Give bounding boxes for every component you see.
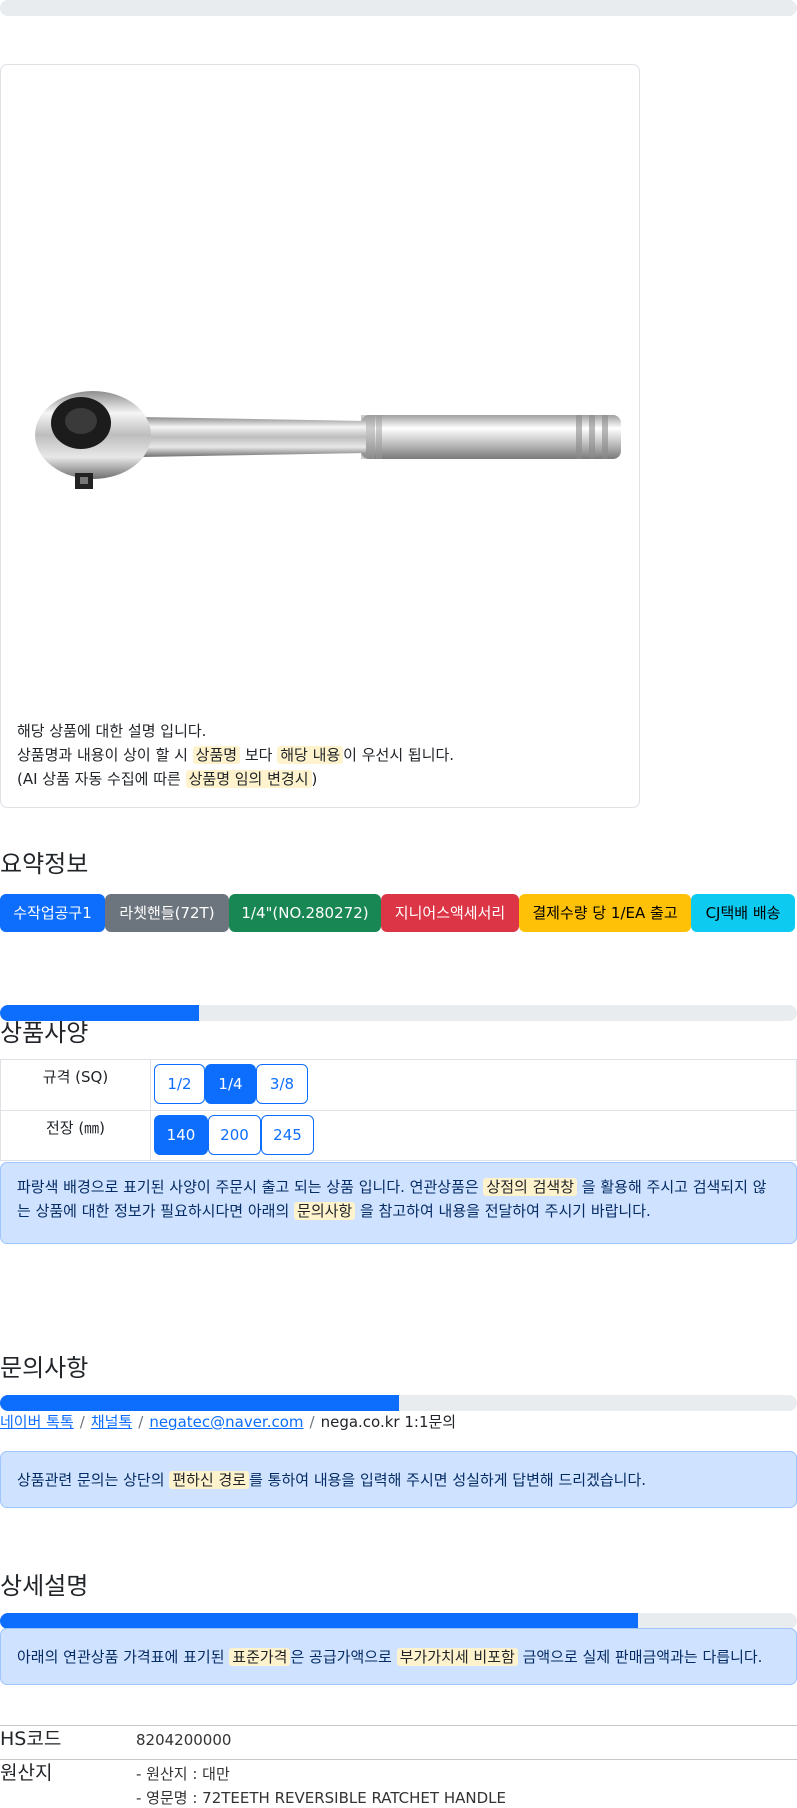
text-segment: 파랑색 배경으로 표기된 사양이 주문시 출고 되는 상품 입니다. 연관상품은 <box>17 1178 484 1196</box>
info-value-hs-code: 8204200000 <box>136 1731 232 1749</box>
inquiry-notice: 상품관련 문의는 상단의 편하신 경로 를 통하여 내용을 입력해 주시면 성실하… <box>0 1451 797 1508</box>
text-segment: 금액으로 실제 판매금액과는 다릅니다. <box>517 1648 763 1666</box>
link-channel-talk[interactable]: 채널톡 <box>91 1413 132 1431</box>
highlight-inquiry: 문의사항 <box>294 1202 356 1220</box>
separator: / <box>309 1413 315 1431</box>
info-key-hs-code: HS코드 <box>0 1728 62 1750</box>
spec-row-length: 전장 (㎜) 140 200 245 <box>0 1110 797 1161</box>
spec-progress-bar <box>0 1005 797 1021</box>
spec-notice: 파랑색 배경으로 표기된 사양이 주문시 출고 되는 상품 입니다. 연관상품은… <box>0 1162 797 1244</box>
origin-country: - 원산지 : 대만 <box>136 1765 230 1783</box>
info-key-origin: 원산지 <box>0 1762 53 1784</box>
option-length-140[interactable]: 140 <box>154 1115 208 1155</box>
text-segment: 이 우선시 됩니다. <box>343 746 455 764</box>
highlight-store-search: 상점의 검색창 <box>483 1178 578 1196</box>
top-progress-bar <box>0 0 797 16</box>
detail-notice: 아래의 연관상품 가격표에 표기된 표준가격 은 공급가액으로 부가가치세 비포함… <box>0 1628 797 1685</box>
text-segment: 를 통하여 내용을 입력해 주시면 성실하게 답변해 드리겠습니다. <box>249 1471 647 1489</box>
inquiry-progress-fill <box>0 1395 399 1411</box>
summary-badges: 수작업공구1 라쳇핸들(72T) 1/4"(NO.280272) 지니어스액세서… <box>0 894 797 932</box>
option-size-3-8[interactable]: 3/8 <box>256 1064 308 1104</box>
site-inquiry-text: nega.co.kr 1:1문의 <box>320 1413 457 1431</box>
option-length-245[interactable]: 245 <box>261 1115 314 1155</box>
detail-progress-bar <box>0 1613 797 1629</box>
product-image <box>35 391 621 489</box>
spec-row-size: 규격 (SQ) 1/2 1/4 3/8 <box>0 1059 797 1110</box>
highlight-standard-price: 표준가격 <box>229 1648 291 1666</box>
product-card: 해당 상품에 대한 설명 입니다. 상품명과 내용이 상이 할 시 상품명 보다… <box>0 64 640 808</box>
option-length-200[interactable]: 200 <box>208 1115 261 1155</box>
option-size-1-2[interactable]: 1/2 <box>154 1064 205 1104</box>
badge-delivery: CJ택배 배송 <box>691 894 795 932</box>
spec-label-size: 규격 (SQ) <box>0 1060 151 1110</box>
badge-shipping-quantity: 결제수량 당 1/EA 출고 <box>519 894 691 932</box>
contact-links: 네이버 톡톡 / 채널톡 / negatec@naver.com / nega.co.kr … <box>0 1410 456 1434</box>
link-email[interactable]: negatec@naver.com <box>149 1413 303 1431</box>
inquiry-title: 문의사항 <box>0 1354 89 1382</box>
info-row-hs-code: HS코드 8204200000 <box>0 1725 797 1759</box>
separator: / <box>138 1413 144 1431</box>
separator: / <box>79 1413 85 1431</box>
badge-brand: 지니어스액세서리 <box>381 894 519 932</box>
badge-category: 수작업공구1 <box>0 894 105 932</box>
text-segment: 을 참고하여 내용을 전달하여 주시기 바랍니다. <box>355 1202 651 1220</box>
text-segment: 보다 <box>240 746 278 764</box>
highlight-vat-excluded: 부가가치세 비포함 <box>396 1648 518 1666</box>
spec-label-length: 전장 (㎜) <box>0 1111 151 1160</box>
description-line-1: 해당 상품에 대한 설명 입니다. <box>17 722 207 740</box>
badge-model: 1/4"(NO.280272) <box>229 894 381 932</box>
summary-title: 요약정보 <box>0 850 89 878</box>
detail-title: 상세설명 <box>0 1572 89 1600</box>
inquiry-progress-bar <box>0 1395 797 1411</box>
text-segment: 상품관련 문의는 상단의 <box>17 1471 170 1489</box>
highlight-name-change: 상품명 임의 변경시 <box>185 770 312 788</box>
text-segment: 상품명과 내용이 상이 할 시 <box>17 746 193 764</box>
description-line-2: 상품명과 내용이 상이 할 시 상품명 보다 해당 내용 이 우선시 됩니다. <box>17 743 454 767</box>
english-name: - 영문명 : 72TEETH REVERSIBLE RATCHET HANDL… <box>136 1789 506 1807</box>
text-segment: 은 공급가액으로 <box>290 1648 397 1666</box>
option-size-1-4[interactable]: 1/4 <box>205 1064 256 1104</box>
highlight-content: 해당 내용 <box>277 746 344 764</box>
product-description: 해당 상품에 대한 설명 입니다. 상품명과 내용이 상이 할 시 상품명 보다… <box>17 719 454 791</box>
highlight-product-name: 상품명 <box>192 746 241 764</box>
text-segment: (AI 상품 자동 수집에 따른 <box>17 770 186 788</box>
info-row-origin: 원산지 - 원산지 : 대만 - 영문명 : 72TEETH REVERSIBL… <box>0 1759 797 1808</box>
link-naver-talk[interactable]: 네이버 톡톡 <box>0 1413 74 1431</box>
spec-title: 상품사양 <box>0 1019 89 1047</box>
badge-product-type: 라쳇핸들(72T) <box>105 894 229 932</box>
text-segment: ) <box>311 770 318 788</box>
detail-progress-fill <box>0 1613 638 1629</box>
description-line-3: (AI 상품 자동 수집에 따른 상품명 임의 변경시) <box>17 767 454 791</box>
highlight-preferred-channel: 편하신 경로 <box>169 1471 250 1489</box>
info-value-origin: - 원산지 : 대만 - 영문명 : 72TEETH REVERSIBLE RA… <box>136 1762 506 1808</box>
text-segment: 아래의 연관상품 가격표에 표기된 <box>17 1648 230 1666</box>
